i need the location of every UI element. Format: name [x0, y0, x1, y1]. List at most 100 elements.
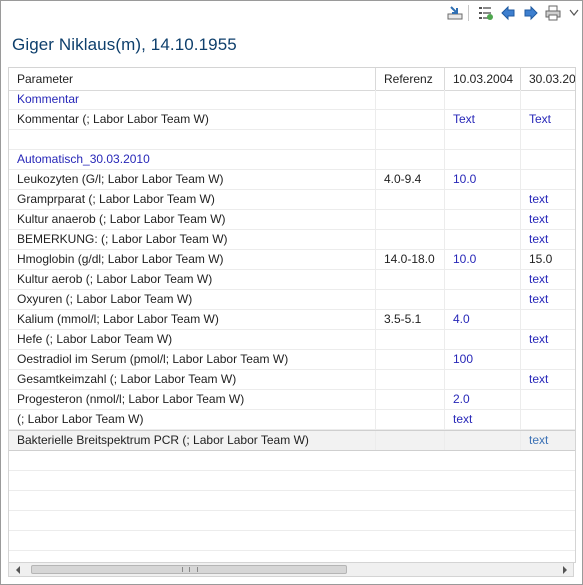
cell-parameter: BEMERKUNG: (; Labor Labor Team W) — [17, 232, 228, 246]
column-header-date-2010[interactable]: 30.03.2010 — [520, 68, 575, 90]
cell-date-2004 — [444, 190, 520, 209]
cell-date-2010 — [520, 90, 575, 109]
table-row[interactable]: Kultur aerob (; Labor Labor Team W) text — [9, 270, 575, 290]
cell-parameter: Kommentar (; Labor Labor Team W) — [17, 112, 209, 126]
cell-parameter: Oxyuren (; Labor Labor Team W) — [17, 292, 193, 306]
cell-referenz — [375, 110, 444, 129]
column-header-date-2004[interactable]: 10.03.2004 — [444, 68, 520, 90]
cell-date-2010: text — [520, 230, 575, 249]
cell-date-2010: text — [520, 431, 575, 450]
cell-date-2010 — [520, 170, 575, 189]
table-row[interactable]: Kultur anaerob (; Labor Labor Team W) tex… — [9, 210, 575, 230]
table-row[interactable]: Oestradiol im Serum (pmol/l; Labor Labor… — [9, 350, 575, 370]
cell-date-2004: 4.0 — [444, 310, 520, 329]
print-icon[interactable] — [544, 4, 562, 22]
lab-results-table: Parameter Referenz 10.03.2004 30.03.2010… — [8, 67, 576, 563]
table-row[interactable]: Leukozyten (G/l; Labor Labor Team W) 4.0-… — [9, 170, 575, 190]
cell-referenz: 4.0-9.4 — [375, 170, 444, 189]
column-header-parameter[interactable]: Parameter — [9, 68, 375, 90]
cell-referenz — [375, 270, 444, 289]
cell-date-2010: text — [520, 210, 575, 229]
cell-parameter: Gesamtkeimzahl (; Labor Labor Team W) — [17, 372, 237, 386]
empty-row — [9, 451, 575, 471]
cell-parameter: Kultur anaerob (; Labor Labor Team W) — [17, 212, 226, 226]
filter-list-icon[interactable] — [476, 4, 494, 22]
scroll-right-arrow-icon[interactable] — [557, 563, 572, 576]
empty-row — [9, 471, 575, 491]
cell-date-2010 — [520, 350, 575, 369]
cell-parameter — [9, 130, 375, 149]
cell-date-2004: Text — [444, 110, 520, 129]
group-row[interactable]: Kommentar — [9, 90, 575, 110]
cell-date-2004 — [444, 270, 520, 289]
cell-referenz — [375, 431, 444, 450]
scrollbar-thumb[interactable] — [31, 565, 347, 574]
scroll-left-arrow-icon[interactable] — [10, 563, 25, 576]
table-row[interactable]: Bakterielle Breitspektrum PCR (; Labor L… — [9, 430, 575, 451]
horizontal-scrollbar[interactable] — [8, 562, 574, 577]
scrollbar-grip — [182, 567, 198, 572]
cell-date-2004 — [444, 210, 520, 229]
cell-date-2004 — [444, 330, 520, 349]
cell-date-2004 — [444, 431, 520, 450]
column-header-referenz[interactable]: Referenz — [375, 68, 444, 90]
cell-parameter: Bakterielle Breitspektrum PCR (; Labor L… — [17, 433, 309, 447]
cell-date-2010: 15.0 — [520, 250, 575, 269]
table-row[interactable]: Hmoglobin (g/dl; Labor Labor Team W) 14.0… — [9, 250, 575, 270]
chevron-down-icon[interactable] — [567, 4, 581, 22]
cell-referenz — [375, 90, 444, 109]
table-row[interactable]: Kommentar (; Labor Labor Team W) Text Text — [9, 110, 575, 130]
lab-results-view: Giger Niklaus(m), 14.10.1955 Parameter R… — [0, 0, 583, 585]
table-row[interactable]: Kalium (mmol/l; Labor Labor Team W) 3.5-5… — [9, 310, 575, 330]
cell-date-2004 — [444, 90, 520, 109]
cell-referenz — [375, 130, 444, 149]
cell-date-2004 — [444, 290, 520, 309]
cell-date-2010: text — [520, 330, 575, 349]
cell-parameter: Oestradiol im Serum (pmol/l; Labor Labor… — [17, 352, 289, 366]
empty-row — [9, 511, 575, 531]
table-row[interactable]: Gesamtkeimzahl (; Labor Labor Team W) tex… — [9, 370, 575, 390]
cell-parameter: Hmoglobin (g/dl; Labor Labor Team W) — [17, 252, 224, 266]
cell-referenz — [375, 330, 444, 349]
cell-date-2010: text — [520, 290, 575, 309]
table-row[interactable]: Progesteron (nmol/l; Labor Labor Team W)… — [9, 390, 575, 410]
table-body: Kommentar Kommentar (; Labor Labor Team W… — [9, 90, 575, 562]
table-row[interactable] — [9, 130, 575, 150]
cell-date-2004: 2.0 — [444, 390, 520, 409]
view-toolbar — [2, 1, 581, 26]
cell-date-2010 — [520, 130, 575, 149]
cell-date-2010 — [520, 150, 575, 169]
cell-date-2010: text — [520, 190, 575, 209]
cell-referenz — [375, 230, 444, 249]
group-row[interactable]: Automatisch_30.03.2010 — [9, 150, 575, 170]
table-row[interactable]: Hefe (; Labor Labor Team W) text — [9, 330, 575, 350]
cell-date-2010: text — [520, 270, 575, 289]
table-row[interactable]: (; Labor Labor Team W) text — [9, 410, 575, 430]
cell-date-2004: text — [444, 410, 520, 429]
cell-referenz — [375, 290, 444, 309]
cell-parameter: Progesteron (nmol/l; Labor Labor Team W) — [17, 392, 245, 406]
import-icon[interactable] — [446, 4, 464, 22]
table-header: Parameter Referenz 10.03.2004 30.03.2010 — [9, 68, 575, 91]
table-row[interactable]: Gramprparat (; Labor Labor Team W) text — [9, 190, 575, 210]
cell-date-2004 — [444, 150, 520, 169]
empty-row — [9, 491, 575, 511]
table-row[interactable]: Oxyuren (; Labor Labor Team W) text — [9, 290, 575, 310]
cell-referenz — [375, 150, 444, 169]
cell-parameter: (; Labor Labor Team W) — [17, 412, 144, 426]
cell-date-2010: text — [520, 370, 575, 389]
forward-arrow-icon[interactable] — [522, 4, 540, 22]
patient-title: Giger Niklaus(m), 14.10.1955 — [12, 35, 237, 54]
cell-parameter: Kultur aerob (; Labor Labor Team W) — [17, 272, 213, 286]
cell-parameter: Hefe (; Labor Labor Team W) — [17, 332, 173, 346]
toolbar-separator — [468, 5, 469, 21]
back-arrow-icon[interactable] — [499, 4, 517, 22]
cell-referenz — [375, 370, 444, 389]
cell-referenz — [375, 210, 444, 229]
cell-date-2004 — [444, 230, 520, 249]
cell-date-2004: 100 — [444, 350, 520, 369]
cell-referenz — [375, 390, 444, 409]
table-row[interactable]: BEMERKUNG: (; Labor Labor Team W) text — [9, 230, 575, 250]
cell-referenz — [375, 410, 444, 429]
cell-parameter: Leukozyten (G/l; Labor Labor Team W) — [17, 172, 224, 186]
